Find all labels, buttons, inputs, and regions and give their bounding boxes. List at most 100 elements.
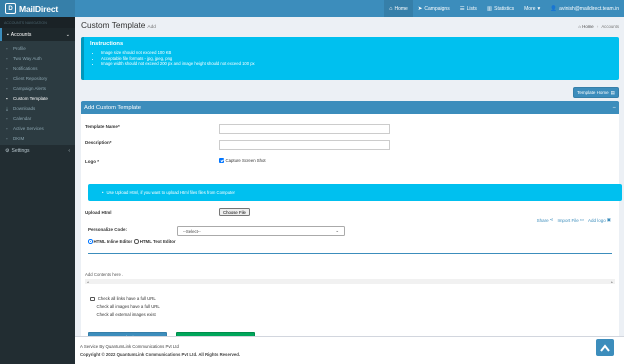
html-inline-editor-label[interactable]: HTML Inline Editor [94, 239, 133, 244]
template-name-label-text: Template Name [85, 124, 118, 129]
sidebar-item-label: Campaign Alerts [13, 85, 47, 91]
editor-mode-options: HTML Inline Editor HTML Text Editor [88, 239, 176, 244]
personalize-code-select[interactable]: --Select-- ⌄ [177, 226, 345, 236]
scroll-to-top-button[interactable] [596, 339, 614, 356]
html-text-editor-label[interactable]: HTML Text Editor [140, 239, 176, 244]
nav-more-label: More [524, 5, 536, 12]
nav-more[interactable]: More ▾ [519, 0, 545, 17]
calendar-icon: ▫ [6, 115, 8, 121]
share-link[interactable]: Share ⋖ [537, 217, 554, 223]
editor-horizontal-scrollbar[interactable]: ◂ ▸ [85, 279, 615, 284]
sidebar-item-label: Client Repository [13, 75, 48, 81]
upload-info-alert: • Use Upload Html, if you want to upload… [88, 184, 622, 201]
sidebar-item-notifications[interactable]: ▫ Notifications [0, 63, 75, 73]
html-inline-editor-radio[interactable] [88, 239, 93, 244]
sidebar-section-settings[interactable]: ⚙ Settings ‹ [0, 145, 75, 157]
add-logo-link[interactable]: Add logo ▣ [588, 217, 611, 223]
description-label-text: Description [85, 140, 110, 145]
add-contents-placeholder[interactable]: Add Contents here . [85, 272, 123, 277]
breadcrumb-home[interactable]: Home [582, 24, 593, 29]
nav-lists-label: Lists [466, 5, 477, 12]
sidebar-item-active-services[interactable]: ▫ Active Services [0, 123, 75, 133]
logo-label: Logo * [85, 159, 100, 164]
logo-mark-icon: D [5, 3, 16, 14]
capture-screenshot-label: Capture Screen Shot [225, 158, 266, 163]
check-images-label: Check all images have a full URL [96, 304, 160, 309]
sidebar-item-custom-template[interactable]: ▪ Custom Template [0, 93, 75, 103]
caret-down-icon: ▾ [537, 5, 541, 12]
folder-icon: ▭ [579, 217, 584, 222]
list-icon: ☰ [459, 5, 465, 12]
sidebar-item-campaign-alerts[interactable]: ▫ Campaign Alerts [0, 83, 75, 93]
personalize-code-value: --Select-- [183, 228, 201, 234]
top-nav: ⌂ Home ➤ Campaigns ☰ Lists ▥ Statistics … [384, 0, 624, 17]
home-icon: ⌂ [389, 5, 393, 12]
footer: A Service By QuantumLink Communications … [75, 336, 624, 364]
template-home-label: Template Home [577, 90, 609, 95]
description-input[interactable] [219, 140, 390, 150]
share-label: Share [536, 217, 549, 223]
capture-screenshot-option[interactable]: Capture Screen Shot [219, 158, 266, 163]
bullet-icon: • [102, 190, 104, 195]
users-icon: ▪ [7, 31, 9, 38]
key-icon: ▫ [6, 135, 8, 141]
file-icon: ▪ [6, 95, 8, 101]
check-icon: ▫ [6, 125, 8, 131]
gear-icon: ⚙ [5, 148, 10, 154]
nav-campaigns-label: Campaigns [424, 5, 450, 12]
user-icon: ▫ [6, 45, 8, 51]
template-name-label: Template Name* [85, 124, 120, 129]
add-template-box: Add Custom Template − Template Name* Des… [81, 101, 622, 343]
nav-statistics[interactable]: ▥ Statistics [482, 0, 519, 17]
sidebar-item-label: Active Services [13, 125, 44, 131]
sidebar-item-two-way-auth[interactable]: ▫ Two Way Auth [0, 53, 75, 63]
sidebar-item-label: Profile [13, 45, 26, 51]
chevron-down-icon: ⌄ [65, 31, 70, 38]
paper-plane-icon: ➤ [417, 5, 423, 12]
sidebar-section-accounts[interactable]: ▪ Accounts ⌄ [0, 28, 75, 41]
page-subtitle: Add [147, 25, 156, 30]
check-links-checkbox[interactable] [90, 296, 95, 302]
sidebar-item-downloads[interactable]: ⤓ Downloads [0, 103, 75, 113]
instruction-item: Image width should not exceed 200 px and… [101, 61, 613, 67]
breadcrumb-home-icon: ⌂ [578, 24, 582, 29]
nav-campaigns[interactable]: ➤ Campaigns [413, 0, 455, 17]
check-links-row[interactable]: Check all links have a full URL [90, 295, 160, 303]
box-header: Add Custom Template − [81, 102, 619, 114]
sidebar-item-label: Two Way Auth [13, 55, 42, 61]
bar-chart-icon: ▥ [486, 5, 493, 12]
choose-file-button[interactable]: Choose File [219, 208, 250, 216]
page-title: Custom Template Add [81, 20, 156, 30]
template-name-input[interactable] [219, 124, 390, 134]
collapse-icon[interactable]: − [613, 105, 616, 111]
nav-user-menu[interactable]: 👤 avinish@maildirect.team.in [545, 0, 624, 17]
database-icon: ▫ [6, 75, 8, 81]
brand-name: MailDirect [19, 3, 59, 14]
sidebar-item-client-repository[interactable]: ▫ Client Repository [0, 73, 75, 83]
sidebar-item-label: Downloads [13, 105, 36, 111]
capture-screenshot-checkbox[interactable] [219, 158, 224, 163]
nav-home[interactable]: ⌂ Home [384, 0, 413, 17]
page-title-text: Custom Template [81, 20, 146, 30]
scroll-left-icon[interactable]: ◂ [87, 280, 89, 284]
chevron-down-icon: ⌄ [335, 228, 339, 233]
editor-actions: Share ⋖ Import File ▭ Add logo ▣ [537, 217, 611, 223]
bell-icon: ▫ [6, 65, 8, 71]
sidebar-item-calendar[interactable]: ▫ Calendar [0, 113, 75, 123]
footer-service: A Service By QuantumLink Communications … [80, 344, 179, 349]
sidebar-submenu: ▫ Profile ▫ Two Way Auth ▫ Notifications ▫ C… [0, 41, 75, 145]
breadcrumb-separator: › [596, 24, 599, 29]
check-links-label: Check all links have a full URL [97, 296, 156, 301]
scroll-right-icon[interactable]: ▸ [611, 280, 613, 284]
alert-icon: ▫ [6, 85, 8, 91]
nav-lists[interactable]: ☰ Lists [455, 0, 482, 17]
nav-statistics-label: Statistics [494, 5, 515, 12]
image-icon: ▣ [606, 217, 611, 222]
brand-logo[interactable]: D MailDirect [0, 0, 75, 17]
template-home-button[interactable]: Template Home ▤ [573, 87, 619, 98]
import-file-link[interactable]: Import File ▭ [557, 217, 584, 223]
html-text-editor-radio[interactable] [134, 239, 139, 244]
divider [88, 253, 612, 254]
sidebar-item-profile[interactable]: ▫ Profile [0, 43, 75, 53]
sidebar-item-dkim[interactable]: ▫ DKIM [0, 133, 75, 143]
